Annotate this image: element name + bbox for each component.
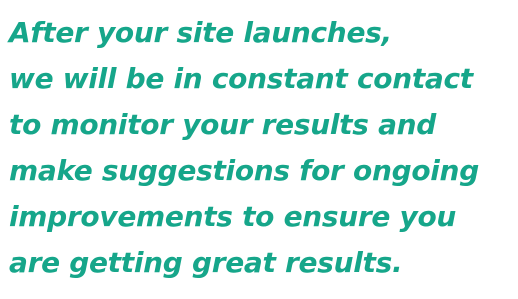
statement-line-2: we will be in constant contact	[9, 62, 473, 95]
statement-line-3: to monitor your results and	[9, 108, 437, 141]
statement-line-6: are getting great results.	[9, 246, 403, 279]
post-launch-statement: After your site launches, we will be in …	[9, 10, 515, 286]
statement-line-4: make suggestions for ongoing	[9, 154, 479, 187]
statement-line-1: After your site launches,	[9, 16, 392, 49]
statement-line-5: improvements to ensure you	[9, 200, 457, 233]
